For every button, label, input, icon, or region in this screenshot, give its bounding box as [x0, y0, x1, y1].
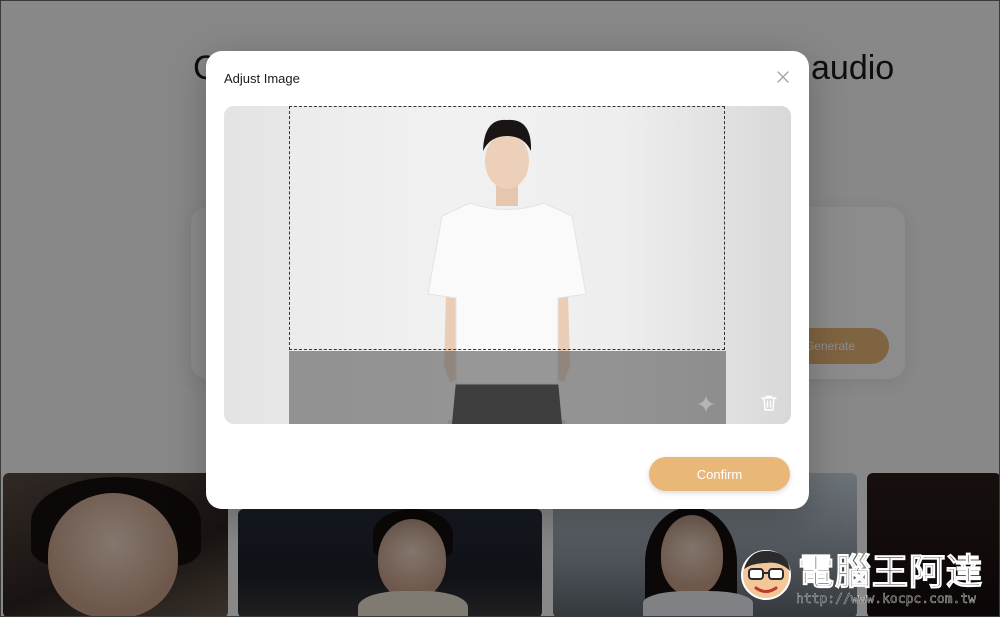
trash-icon[interactable]	[760, 394, 778, 412]
crop-mask-left	[224, 106, 289, 424]
watermark-url: http://www.kocpc.com.tw	[796, 592, 977, 607]
sparkle-icon	[696, 394, 716, 414]
app-window: C audio Generate Adjust Image	[0, 0, 1000, 617]
mascot-icon	[741, 550, 791, 600]
confirm-button[interactable]: Confirm	[649, 457, 790, 491]
close-icon[interactable]	[775, 70, 791, 86]
image-crop-area[interactable]	[224, 106, 791, 424]
adjust-image-dialog: Adjust Image Confirm	[206, 51, 809, 509]
dialog-title: Adjust Image	[224, 71, 300, 86]
watermark: 電腦王阿達 http://www.kocpc.com.tw	[736, 541, 996, 611]
crop-mask-bottom	[289, 351, 726, 424]
crop-selection-box[interactable]	[289, 106, 725, 350]
watermark-title: 電腦王阿達	[797, 552, 984, 594]
